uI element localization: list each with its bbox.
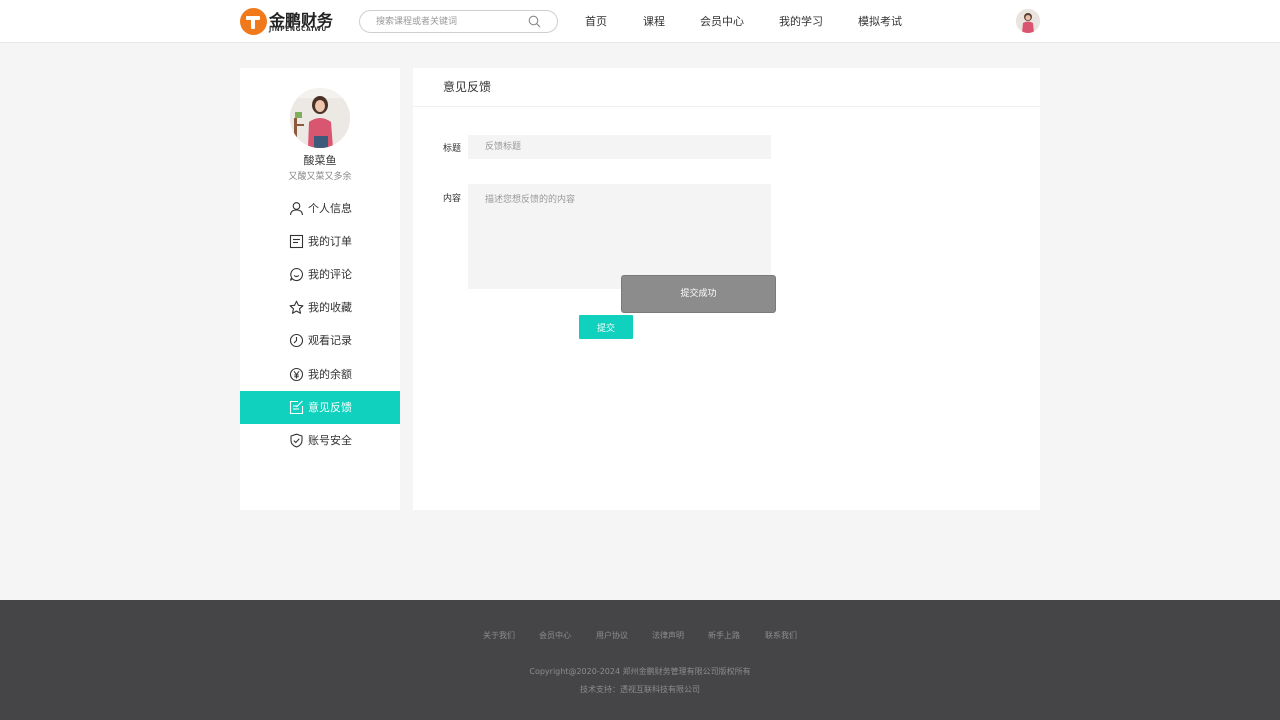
sidebar-item-label: 我的评论	[308, 268, 352, 281]
nav-member-center[interactable]: 会员中心	[700, 0, 744, 43]
submit-button[interactable]: 提交	[579, 315, 633, 339]
order-icon	[289, 234, 304, 249]
profile-avatar[interactable]	[290, 88, 350, 148]
shield-icon	[290, 433, 303, 448]
footer-link-about[interactable]: 关于我们	[483, 630, 515, 641]
star-icon	[289, 300, 304, 314]
logo-mark-icon	[240, 8, 267, 35]
sidebar-item-label: 我的余额	[308, 368, 352, 381]
comment-icon	[289, 267, 303, 281]
user-icon	[289, 202, 304, 216]
nav-my-learning[interactable]: 我的学习	[779, 0, 823, 43]
title-divider	[413, 106, 1040, 107]
sidebar-item-label: 观看记录	[308, 334, 352, 347]
sidebar-item-personal-info[interactable]: 个人信息	[240, 192, 400, 225]
feedback-content-textarea[interactable]	[468, 184, 771, 289]
footer-link-user-agreement[interactable]: 用户协议	[596, 630, 628, 641]
footer-link-legal[interactable]: 法律声明	[652, 630, 684, 641]
footer-support: 技术支持：透视互联科技有限公司	[580, 685, 700, 694]
sidebar-item-label: 意见反馈	[308, 401, 352, 414]
nav-mock-exam[interactable]: 模拟考试	[858, 0, 902, 43]
yen-icon	[289, 367, 304, 382]
title-field-label: 标题	[443, 144, 462, 154]
sidebar-item-history[interactable]: 观看记录	[240, 324, 400, 357]
nav-home[interactable]: 首页	[585, 0, 607, 43]
sidebar: 酸菜鱼 又酸又菜又多余 个人信息 我的订单 我的评论 我的收藏 观看记录 我的余…	[240, 68, 400, 510]
avatar-photo-icon	[1016, 9, 1040, 33]
footer: 关于我们 会员中心 用户协议 法律声明 新手上路 联系我们 Copyright@…	[0, 600, 1280, 720]
feedback-title-input[interactable]	[468, 135, 771, 159]
search-icon[interactable]	[528, 15, 541, 28]
success-toast: 提交成功	[621, 275, 776, 313]
sidebar-item-label: 个人信息	[308, 202, 352, 215]
content-field-label: 内容	[443, 194, 462, 204]
search-box	[359, 10, 558, 33]
sidebar-item-security[interactable]: 账号安全	[240, 424, 400, 457]
footer-link-newbie[interactable]: 新手上路	[708, 630, 740, 641]
footer-link-member-center[interactable]: 会员中心	[539, 630, 571, 641]
top-header: 金鹏财务 JINPENGCAIWU 首页 课程 会员中心 我的学习 模拟考试	[0, 0, 1280, 43]
clock-icon	[289, 333, 304, 348]
nav-courses[interactable]: 课程	[643, 0, 665, 43]
header-avatar[interactable]	[1016, 9, 1040, 33]
feedback-panel: 意见反馈 标题 内容 提交成功 提交	[413, 68, 1040, 510]
edit-icon	[289, 400, 304, 415]
sidebar-item-comments[interactable]: 我的评论	[240, 258, 400, 291]
footer-copyright: Copyright@2020-2024 郑州金鹏财务管理有限公司版权所有	[529, 667, 751, 676]
sidebar-item-orders[interactable]: 我的订单	[240, 225, 400, 258]
page-title: 意见反馈	[443, 80, 492, 94]
footer-link-contact[interactable]: 联系我们	[765, 630, 797, 641]
search-input[interactable]	[376, 14, 526, 29]
logo-en-text: JINPENGCAIWU	[269, 26, 327, 33]
sidebar-item-favorites[interactable]: 我的收藏	[240, 291, 400, 324]
avatar-photo-icon	[290, 88, 350, 148]
sidebar-item-balance[interactable]: 我的余额	[240, 358, 400, 391]
sidebar-item-label: 账号安全	[308, 434, 352, 447]
sidebar-item-label: 我的收藏	[308, 301, 352, 314]
profile-signature: 又酸又菜又多余	[288, 172, 352, 182]
sidebar-item-feedback[interactable]: 意见反馈	[240, 391, 400, 424]
logo[interactable]: 金鹏财务 JINPENGCAIWU	[240, 7, 335, 37]
profile-name: 酸菜鱼	[303, 154, 337, 167]
sidebar-item-label: 我的订单	[308, 235, 352, 248]
